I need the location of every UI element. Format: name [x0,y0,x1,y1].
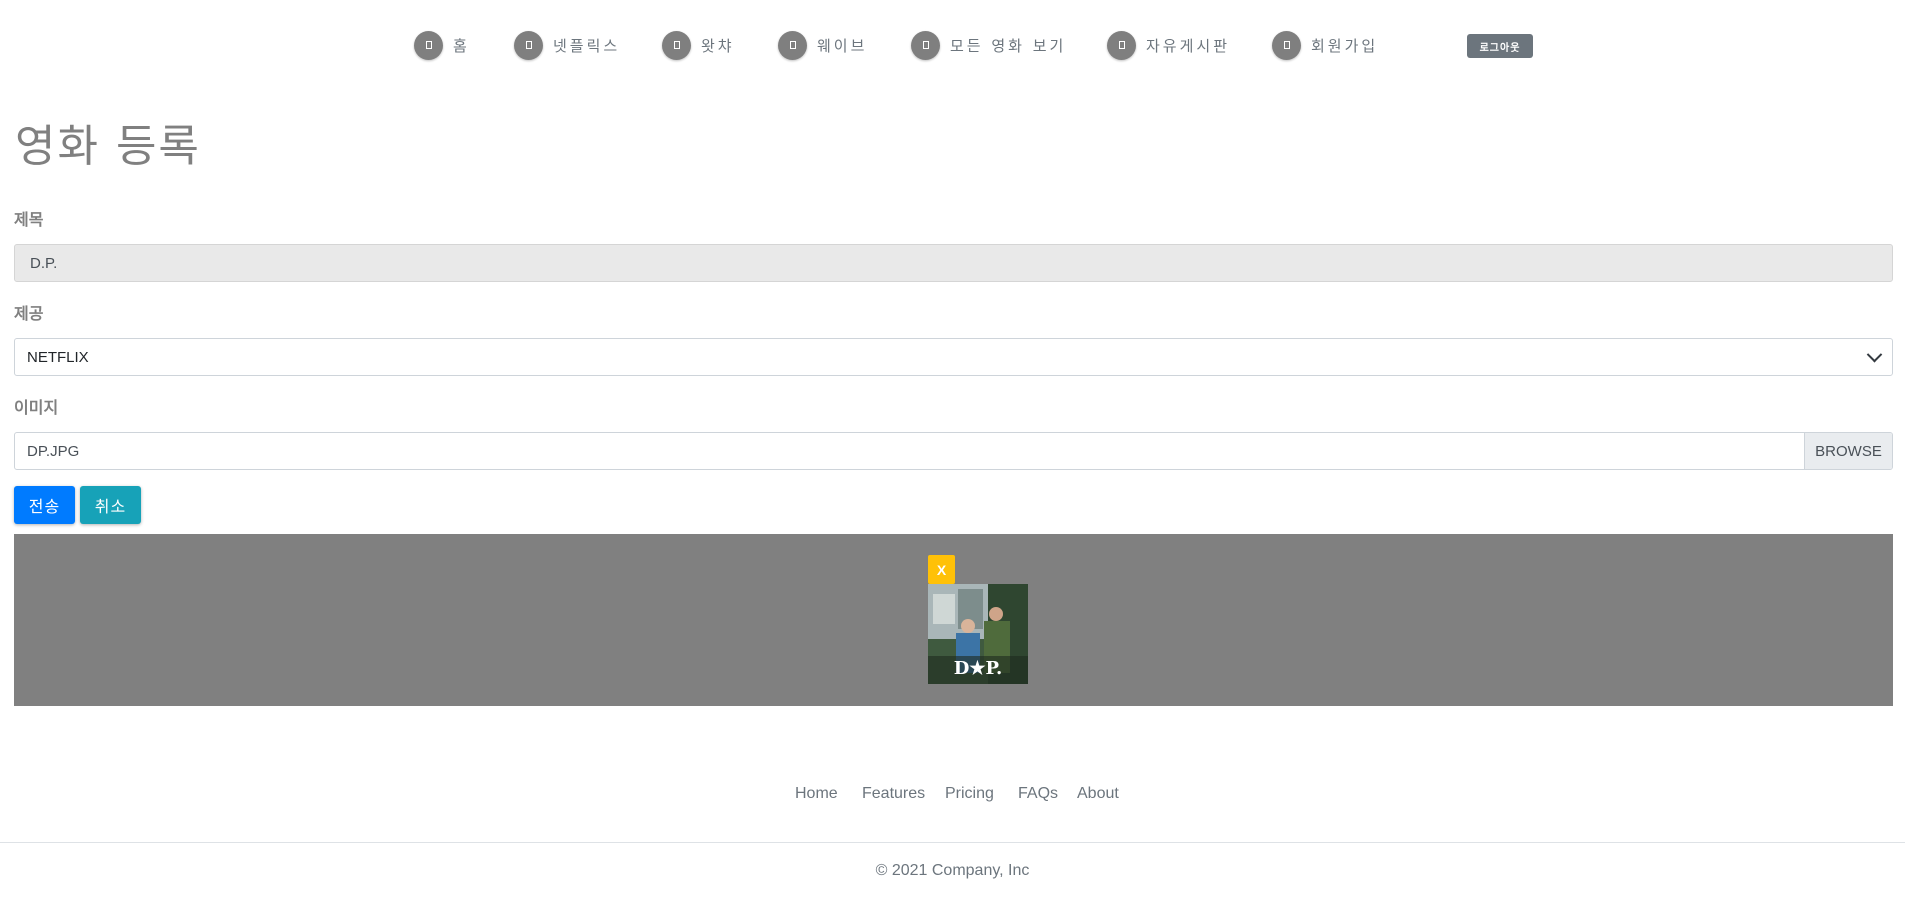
wavve-icon [778,30,807,60]
nav-item-netflix[interactable]: 넷플릭스 [514,29,620,61]
nav-item-label: 자유게시판 [1146,36,1231,55]
poster-thumbnail: D★P. [928,584,1028,684]
title-label: 제목 [14,210,44,229]
nav-item-label: 웨이브 [817,36,868,55]
footer-link-home[interactable]: Home [795,785,838,803]
cancel-button[interactable]: 취소 [80,486,141,524]
nav-item-label: 넷플릭스 [553,36,621,55]
nav-item-label: 회원가입 [1311,36,1379,55]
remove-image-button[interactable]: X [928,555,955,584]
movies-icon [911,30,940,60]
footer-nav: Home Features Pricing FAQs About [0,785,1905,807]
watcha-icon [662,30,691,60]
logout-button[interactable]: 로그아웃 [1467,34,1533,58]
footer-link-features[interactable]: Features [862,785,925,803]
footer-link-faqs[interactable]: FAQs [1018,785,1058,803]
browse-button[interactable]: BROWSE [1804,433,1892,469]
footer-link-pricing[interactable]: Pricing [945,785,994,803]
nav-item-wavve[interactable]: 웨이브 [778,29,867,61]
netflix-icon [514,30,543,60]
nav-item-label: 홈 [453,36,470,55]
nav-item-signup[interactable]: 회원가입 [1272,29,1378,61]
image-preview-area: X D★P. [14,534,1893,706]
nav-item-all-movies[interactable]: 모든 영화 보기 [911,29,1066,61]
provider-selected-value: NETFLIX [27,348,89,366]
poster-title: D★P. [954,658,1003,679]
nav-item-board[interactable]: 자유게시판 [1107,29,1230,61]
top-nav: 홈 넷플릭스 왓챠 웨이브 모든 영화 보기 자유게시판 회원가입 [0,29,1905,61]
image-file-input[interactable]: DP.JPG BROWSE [14,432,1893,470]
nav-item-home[interactable]: 홈 [414,29,470,61]
title-input[interactable] [14,244,1893,282]
signup-icon [1272,30,1301,60]
footer-link-about[interactable]: About [1077,785,1119,803]
image-label: 이미지 [14,398,59,417]
board-icon [1107,30,1136,60]
image-filename: DP.JPG [27,442,80,460]
home-icon [414,30,443,60]
page-title: 영화 등록 [15,121,201,172]
nav-item-watcha[interactable]: 왓챠 [662,29,735,61]
provider-label: 제공 [14,304,44,323]
copyright-text: © 2021 Company, Inc [875,862,1030,879]
provider-select[interactable]: NETFLIX [14,338,1893,376]
chevron-down-icon [1866,346,1883,362]
footer-divider [0,842,1905,843]
nav-item-label: 왓챠 [701,36,735,55]
submit-button[interactable]: 전송 [14,486,75,524]
nav-item-label: 모든 영화 보기 [950,36,1067,55]
